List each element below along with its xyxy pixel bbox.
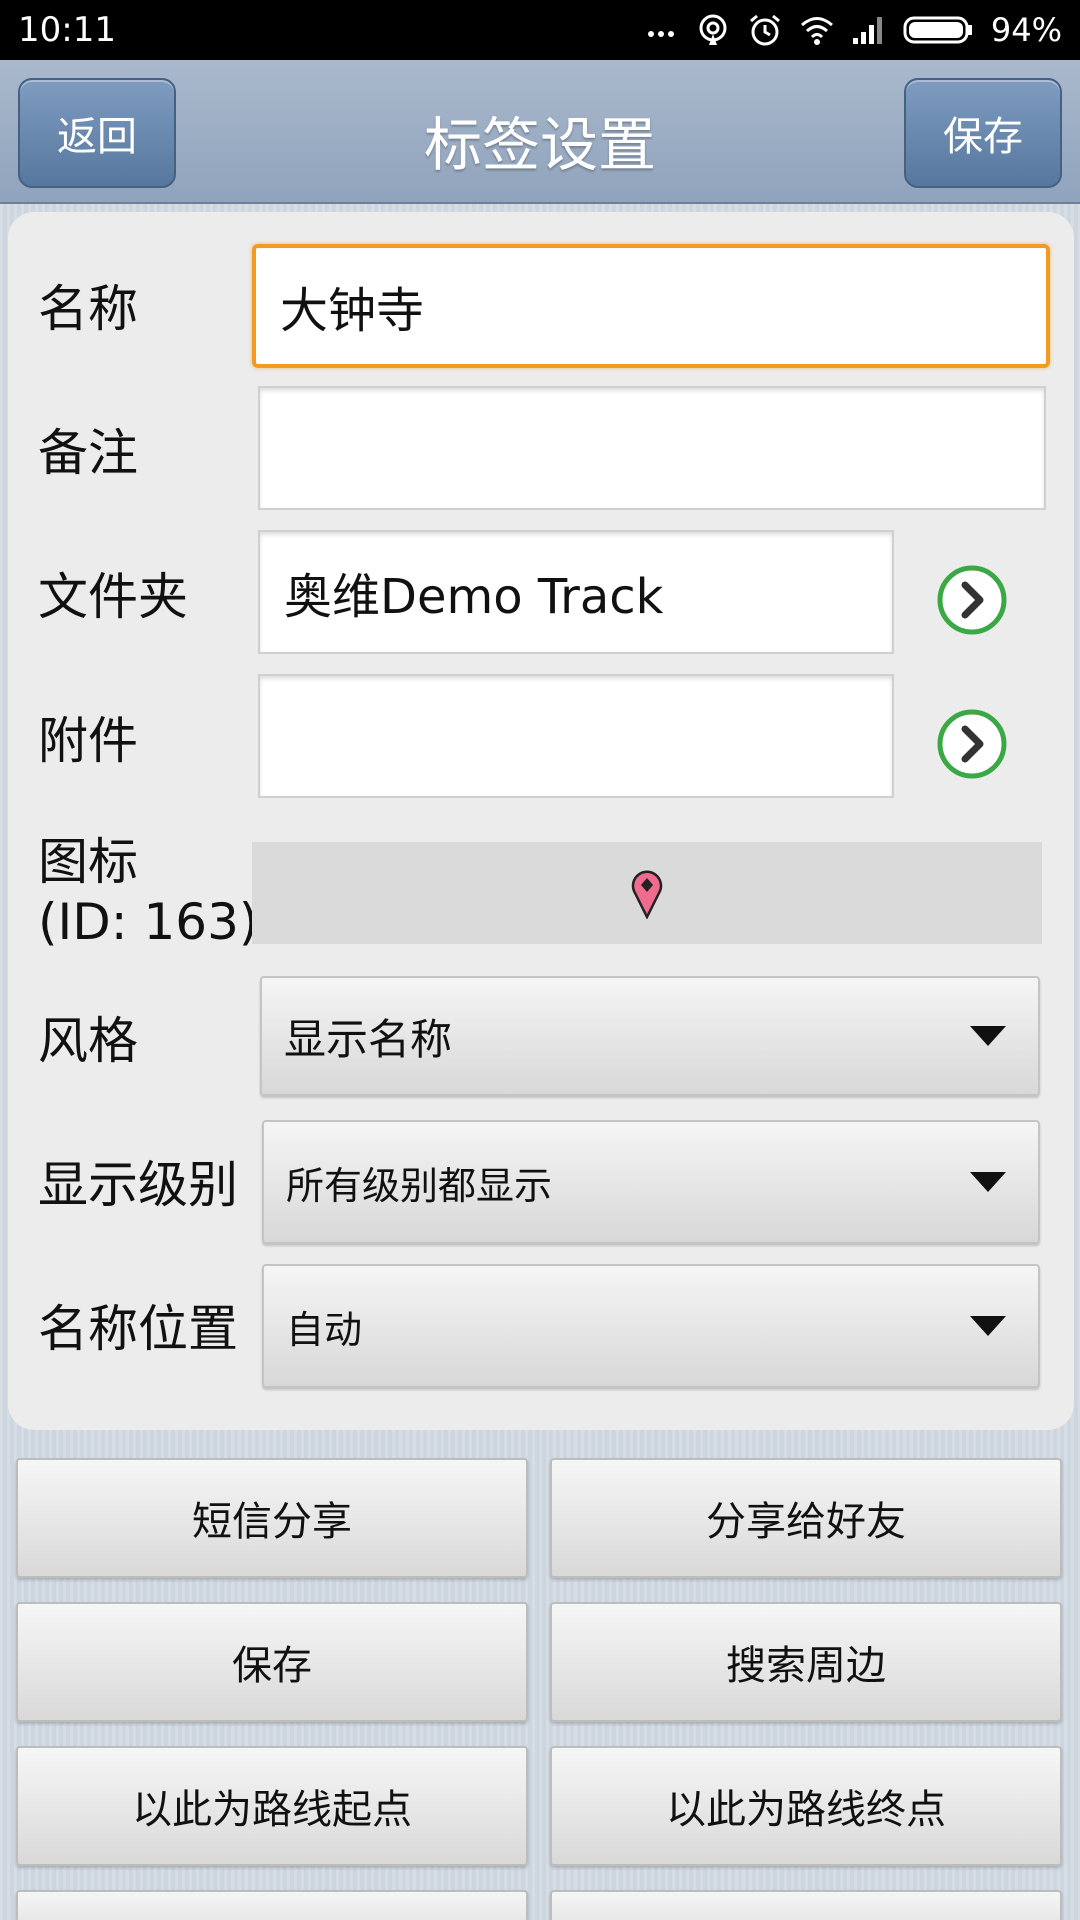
attachment-chevron-right-icon[interactable] bbox=[936, 708, 1008, 780]
icon-selector[interactable] bbox=[252, 842, 1042, 944]
name-position-label: 名称位置 bbox=[38, 1300, 238, 1358]
chevron-down-icon bbox=[970, 1172, 1006, 1192]
name-input[interactable]: 大钟寺 bbox=[252, 244, 1050, 368]
app-bar: 返回 标签设置 保存 bbox=[0, 60, 1080, 204]
more-action-button[interactable] bbox=[16, 1890, 528, 1920]
signal-icon bbox=[852, 17, 882, 44]
search-nearby-button[interactable]: 搜索周边 bbox=[550, 1602, 1062, 1722]
status-bar: 10:11 94% bbox=[0, 0, 1080, 60]
display-level-label: 显示级别 bbox=[38, 1156, 238, 1214]
battery-percent: 94% bbox=[990, 11, 1062, 49]
route-end-button[interactable]: 以此为路线终点 bbox=[550, 1746, 1062, 1866]
note-input[interactable] bbox=[258, 386, 1046, 510]
name-label: 名称 bbox=[38, 280, 138, 338]
more-dots-icon bbox=[647, 31, 674, 37]
name-position-selected: 自动 bbox=[286, 1307, 363, 1352]
battery-icon bbox=[903, 16, 972, 44]
route-start-button[interactable]: 以此为路线起点 bbox=[16, 1746, 528, 1866]
save-button[interactable]: 保存 bbox=[904, 78, 1062, 188]
sms-share-button[interactable]: 短信分享 bbox=[16, 1458, 528, 1578]
wifi-icon bbox=[800, 17, 833, 45]
style-selected: 显示名称 bbox=[284, 1014, 453, 1064]
chevron-down-icon bbox=[970, 1026, 1006, 1046]
attachment-input[interactable] bbox=[258, 674, 894, 798]
map-pin-icon bbox=[631, 870, 663, 919]
more-action-button[interactable] bbox=[550, 1890, 1062, 1920]
display-level-selected: 所有级别都显示 bbox=[286, 1163, 553, 1208]
display-level-dropdown[interactable]: 所有级别都显示 bbox=[262, 1120, 1040, 1244]
tag-settings-form: 名称 大钟寺 备注 文件夹 奥维Demo Track 附件 图标 (ID: 16… bbox=[8, 212, 1074, 1430]
chevron-down-icon bbox=[970, 1316, 1006, 1336]
status-icons: 94% bbox=[643, 0, 1062, 60]
style-label: 风格 bbox=[38, 1012, 138, 1070]
folder-label: 文件夹 bbox=[38, 568, 188, 626]
alarm-icon bbox=[749, 14, 780, 46]
icon-id-label: (ID: 163) bbox=[38, 893, 259, 951]
style-dropdown[interactable]: 显示名称 bbox=[260, 976, 1040, 1096]
folder-chevron-right-icon[interactable] bbox=[936, 564, 1008, 636]
icon-label: 图标 (ID: 163) bbox=[38, 832, 258, 952]
icon-label-title: 图标 bbox=[38, 833, 138, 891]
hotspot-icon bbox=[699, 14, 727, 45]
attachment-label: 附件 bbox=[38, 712, 138, 770]
share-friend-button[interactable]: 分享给好友 bbox=[550, 1458, 1062, 1578]
name-position-dropdown[interactable]: 自动 bbox=[262, 1264, 1040, 1388]
note-label: 备注 bbox=[38, 424, 138, 482]
folder-input[interactable]: 奥维Demo Track bbox=[258, 530, 894, 654]
status-time: 10:11 bbox=[18, 10, 116, 50]
save-action-button[interactable]: 保存 bbox=[16, 1602, 528, 1722]
